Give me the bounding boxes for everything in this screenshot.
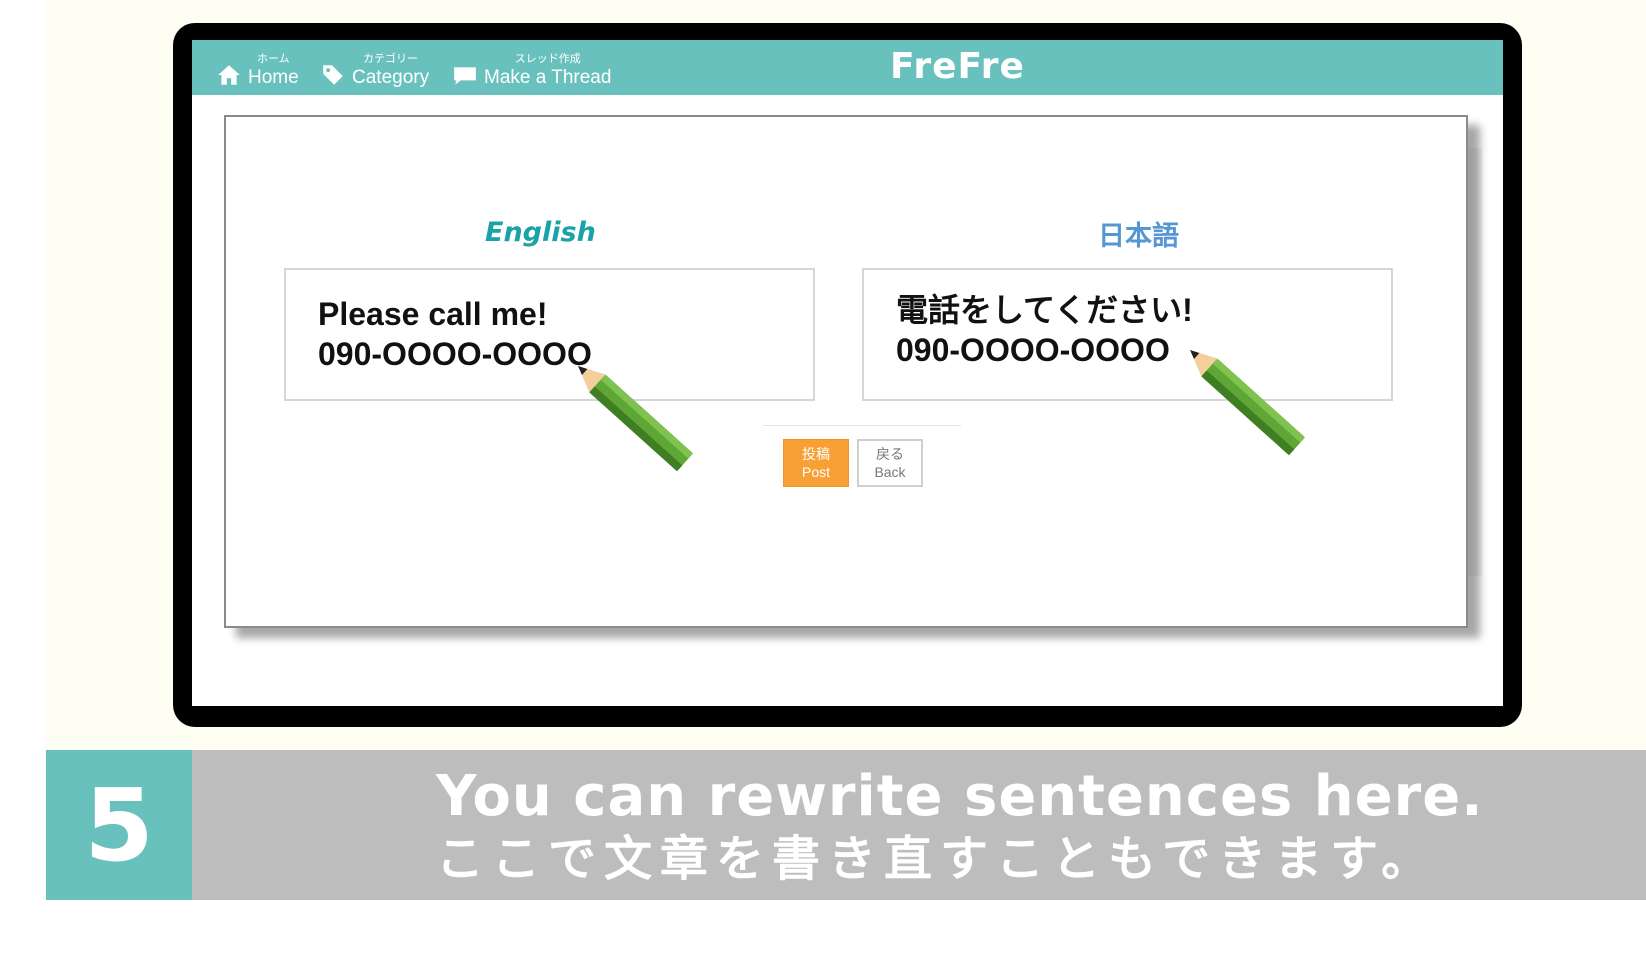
top-navbar: ホーム Home カテゴリー Category スレッド作成 Make a Th… <box>192 40 1503 95</box>
english-label: English <box>485 217 596 248</box>
caption-line-jp: ここで文章を書き直すこともできます。 <box>436 831 1438 887</box>
pencil-icon <box>578 366 694 472</box>
back-button[interactable]: 戻る Back <box>857 439 923 487</box>
caption-line-en: You can rewrite sentences here. <box>436 764 1484 829</box>
english-text-line2: 090-OOOO-OOOO <box>318 336 592 372</box>
back-button-jp: 戻る <box>876 446 904 462</box>
post-button[interactable]: 投稿 Post <box>783 439 849 487</box>
step-number: 5 <box>46 750 192 900</box>
pencil-icon <box>1190 350 1306 456</box>
back-button-label: Back <box>874 464 906 480</box>
brand-logo[interactable]: FreFre <box>192 46 1503 87</box>
japanese-label: 日本語 <box>1098 221 1179 251</box>
japanese-text-line1: 電話をしてください! <box>896 292 1193 328</box>
caption-text: You can rewrite sentences here. ここで文章を書き… <box>436 764 1484 888</box>
post-button-jp: 投稿 <box>802 446 830 462</box>
divider <box>763 425 961 426</box>
english-text-field[interactable]: Please call me! 090-OOOO-OOOO <box>284 268 815 401</box>
english-text-line1: Please call me! <box>318 296 548 332</box>
post-button-label: Post <box>801 464 830 480</box>
